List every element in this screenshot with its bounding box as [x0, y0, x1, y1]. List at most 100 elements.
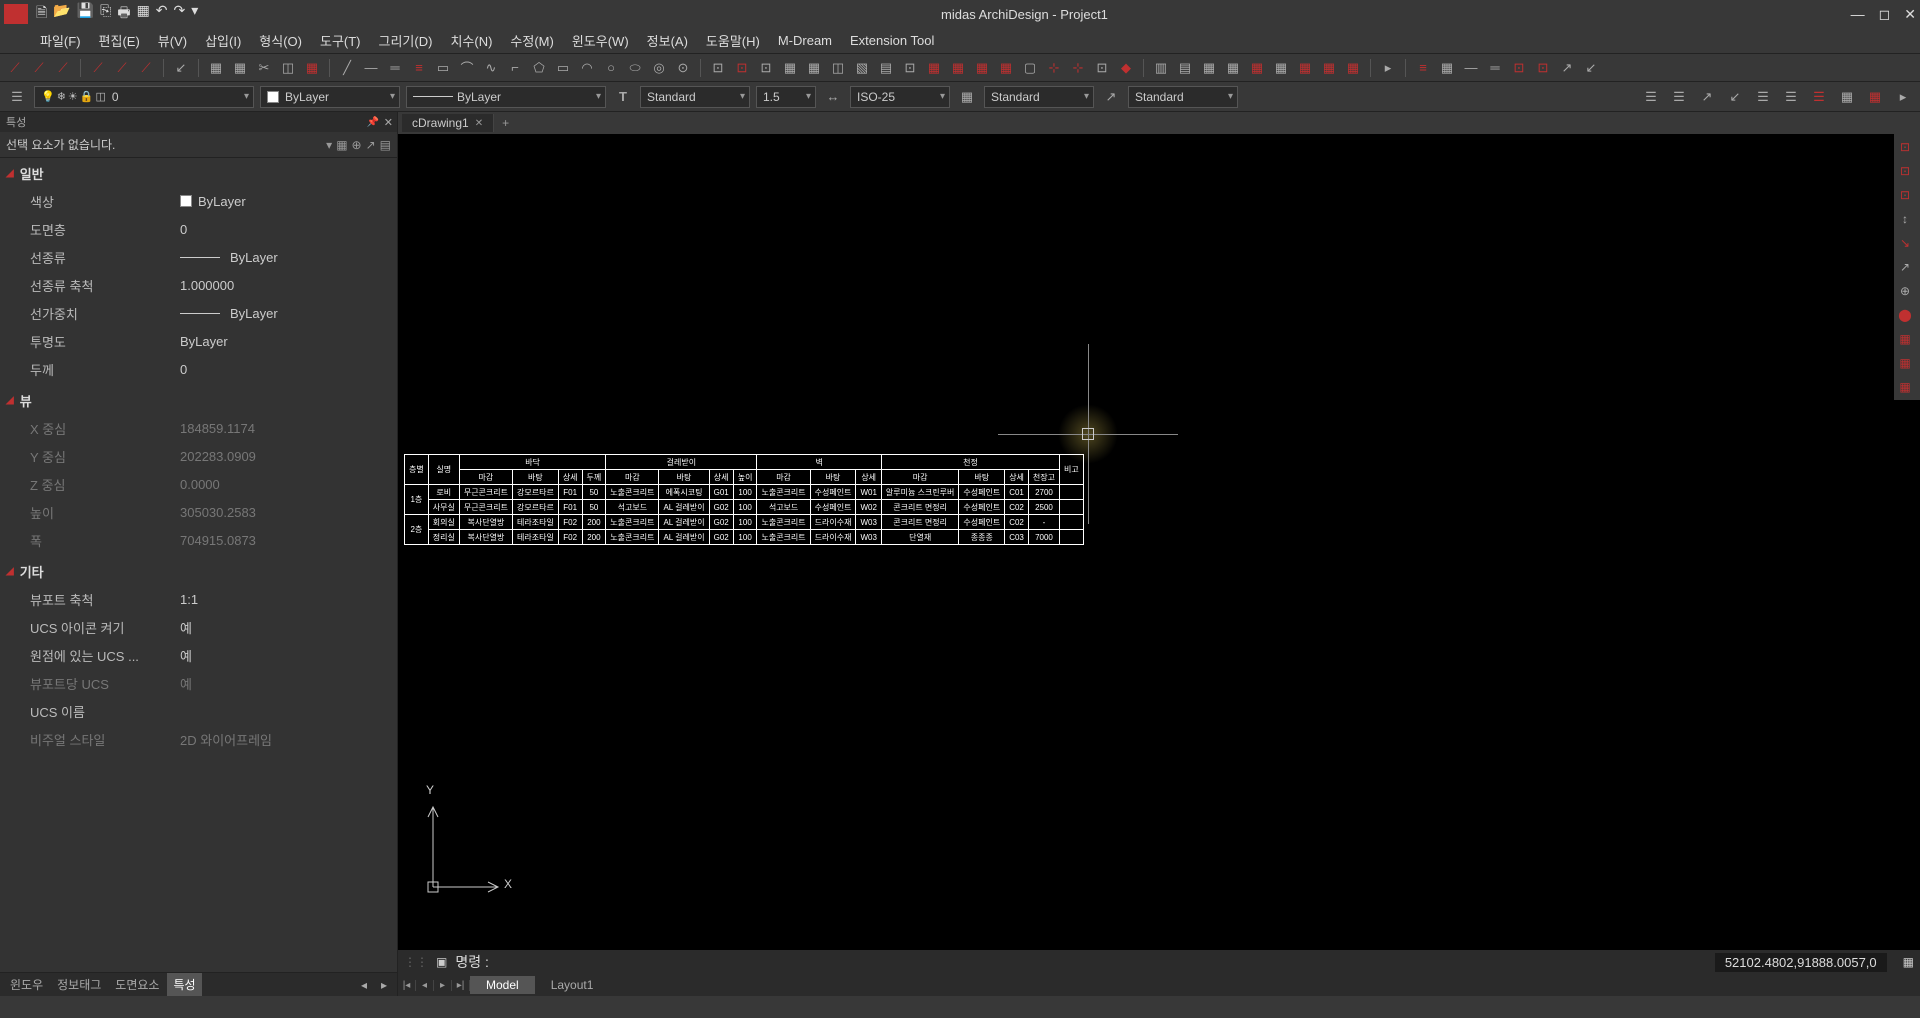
linetype-combo[interactable]: ByLayer	[406, 86, 606, 108]
saveas-icon[interactable]: ⎘	[100, 2, 111, 26]
tool-icon[interactable]: ▦	[1436, 57, 1458, 79]
tool-icon[interactable]: ⊡	[1894, 136, 1916, 158]
mleader-combo[interactable]: Standard	[1128, 86, 1238, 108]
tablestyle-combo[interactable]: Standard	[984, 86, 1094, 108]
tool-icon[interactable]: ↗	[1556, 57, 1578, 79]
tool-icon[interactable]: ↕	[1894, 208, 1916, 230]
section-view[interactable]: ◢뷰	[0, 387, 397, 414]
tool-icon[interactable]: ⊡	[755, 57, 777, 79]
tool-icon[interactable]: —	[360, 57, 382, 79]
tab-layout1[interactable]: Layout1	[535, 976, 610, 994]
dimstyle-combo[interactable]: ISO-25	[850, 86, 950, 108]
tab-prev-icon[interactable]: ◂	[355, 975, 373, 995]
tool-icon[interactable]: ▦	[1894, 376, 1916, 398]
tool-icon[interactable]: ▦	[229, 57, 251, 79]
pickadd-icon[interactable]: ▦	[336, 138, 347, 152]
tool-icon[interactable]: ▦	[1198, 57, 1220, 79]
polyline-icon[interactable]: ⌐	[504, 57, 526, 79]
tab-window[interactable]: 윈도우	[4, 973, 49, 996]
tool-icon[interactable]: ⟋	[135, 57, 157, 79]
tool-icon[interactable]: ◫	[827, 57, 849, 79]
tool-icon[interactable]: ☰	[1780, 86, 1802, 108]
menu-window[interactable]: 윈도우(W)	[572, 31, 629, 50]
tool-icon[interactable]: ▦	[779, 57, 801, 79]
menu-draw[interactable]: 그리기(D)	[379, 31, 433, 50]
tool-icon[interactable]: ⊡	[1894, 184, 1916, 206]
tool-icon[interactable]: ▭	[432, 57, 454, 79]
tab-model[interactable]: Model	[470, 976, 535, 994]
tool-icon[interactable]: ↘	[1894, 232, 1916, 254]
save-icon[interactable]: 💾	[77, 2, 94, 26]
tool-icon[interactable]: ☰	[1808, 86, 1830, 108]
tool-icon[interactable]: ▦	[1894, 352, 1916, 374]
tool-icon[interactable]: ▦	[205, 57, 227, 79]
tool-icon[interactable]: ▦	[971, 57, 993, 79]
layer-manager-icon[interactable]: ☰	[6, 86, 28, 108]
print-icon[interactable]: 🖶	[117, 2, 130, 26]
dimscale-combo[interactable]: 1.5	[756, 86, 816, 108]
tool-icon[interactable]: ▦	[947, 57, 969, 79]
tool-icon[interactable]: ▦	[1342, 57, 1364, 79]
filter-icon[interactable]: ▤	[380, 138, 391, 152]
menu-dimension[interactable]: 치수(N)	[450, 31, 492, 50]
close-icon[interactable]: ✕	[1904, 6, 1916, 23]
tool-icon[interactable]: —	[1460, 57, 1482, 79]
tool-icon[interactable]: ▦	[301, 57, 323, 79]
tab-properties[interactable]: 특성	[167, 973, 201, 996]
tool-icon[interactable]: ≡	[1412, 57, 1434, 79]
menu-format[interactable]: 형식(O)	[259, 31, 302, 50]
tool-icon[interactable]: ▦	[803, 57, 825, 79]
tab-infotag[interactable]: 정보태그	[51, 973, 107, 996]
tool-icon[interactable]: ☰	[1668, 86, 1690, 108]
tool-icon[interactable]: ▦	[923, 57, 945, 79]
tool-icon[interactable]: ✂	[253, 57, 275, 79]
tool-icon[interactable]: ▤	[875, 57, 897, 79]
tool-icon[interactable]: ⊡	[899, 57, 921, 79]
circle-icon[interactable]: ○	[600, 57, 622, 79]
doc-tab[interactable]: cDrawing1✕	[402, 114, 494, 132]
tool-icon[interactable]: ▦	[1246, 57, 1268, 79]
tool-icon[interactable]: ▦	[1270, 57, 1292, 79]
textstyle-combo[interactable]: Standard	[640, 86, 750, 108]
tool-icon[interactable]: ▦	[1836, 86, 1858, 108]
tool-icon[interactable]: ↙	[170, 57, 192, 79]
canvas[interactable]: 층별실명바닥걸레받이벽천정비고마감바탕상세두께마감바탕상세높이마감바탕상세마감바…	[398, 134, 1920, 950]
first-icon[interactable]: |◂	[398, 980, 416, 991]
menu-help[interactable]: 도움말(H)	[706, 31, 760, 50]
plot-icon[interactable]: ▦	[137, 2, 150, 26]
tool-icon[interactable]: ▦	[1294, 57, 1316, 79]
tool-icon[interactable]: ▢	[1019, 57, 1041, 79]
maximize-icon[interactable]: ◻	[1879, 6, 1891, 23]
layer-combo[interactable]: 💡❄☀🔒◫ 0	[34, 86, 254, 108]
tool-icon[interactable]: ⊡	[1508, 57, 1530, 79]
menu-insert[interactable]: 삽입(I)	[205, 31, 241, 50]
tool-icon[interactable]: ▧	[851, 57, 873, 79]
tool-icon[interactable]: ↙	[1580, 57, 1602, 79]
minimize-icon[interactable]: —	[1851, 6, 1865, 23]
ellipse-icon[interactable]: ⬭	[624, 57, 646, 79]
grid-icon[interactable]: ▦	[1903, 955, 1914, 969]
menu-edit[interactable]: 편집(E)	[99, 31, 140, 50]
mleader-icon[interactable]: ↗	[1100, 86, 1122, 108]
tool-icon[interactable]: ↗	[1696, 86, 1718, 108]
drag-handle-icon[interactable]: ⋮⋮	[404, 955, 428, 969]
command-line[interactable]: ⋮⋮ ▣ 명령 : 52102.4802,91888.0057,0 ▦	[398, 950, 1920, 974]
rect-icon[interactable]: ▭	[552, 57, 574, 79]
tool-icon[interactable]: ▥	[1150, 57, 1172, 79]
tool-icon[interactable]: ▸	[1892, 86, 1914, 108]
text-icon[interactable]: T	[612, 86, 634, 108]
tool-icon[interactable]: ⟋	[111, 57, 133, 79]
menu-view[interactable]: 뷰(V)	[158, 31, 187, 50]
tool-icon[interactable]: ◆	[1115, 57, 1137, 79]
panel-close-icon[interactable]: ✕	[384, 116, 393, 129]
menu-extension[interactable]: Extension Tool	[850, 33, 934, 48]
spline-icon[interactable]: ∿	[480, 57, 502, 79]
tool-icon[interactable]: ═	[384, 57, 406, 79]
tool-icon[interactable]: ⟋	[28, 57, 50, 79]
add-tab-icon[interactable]: +	[494, 116, 517, 130]
menu-tools[interactable]: 도구(T)	[320, 31, 361, 50]
arc-icon[interactable]: ◠	[576, 57, 598, 79]
dim-icon[interactable]: ↔	[822, 86, 844, 108]
tool-icon[interactable]: ⬤	[1894, 304, 1916, 326]
select-icon[interactable]: ⊕	[352, 138, 362, 152]
